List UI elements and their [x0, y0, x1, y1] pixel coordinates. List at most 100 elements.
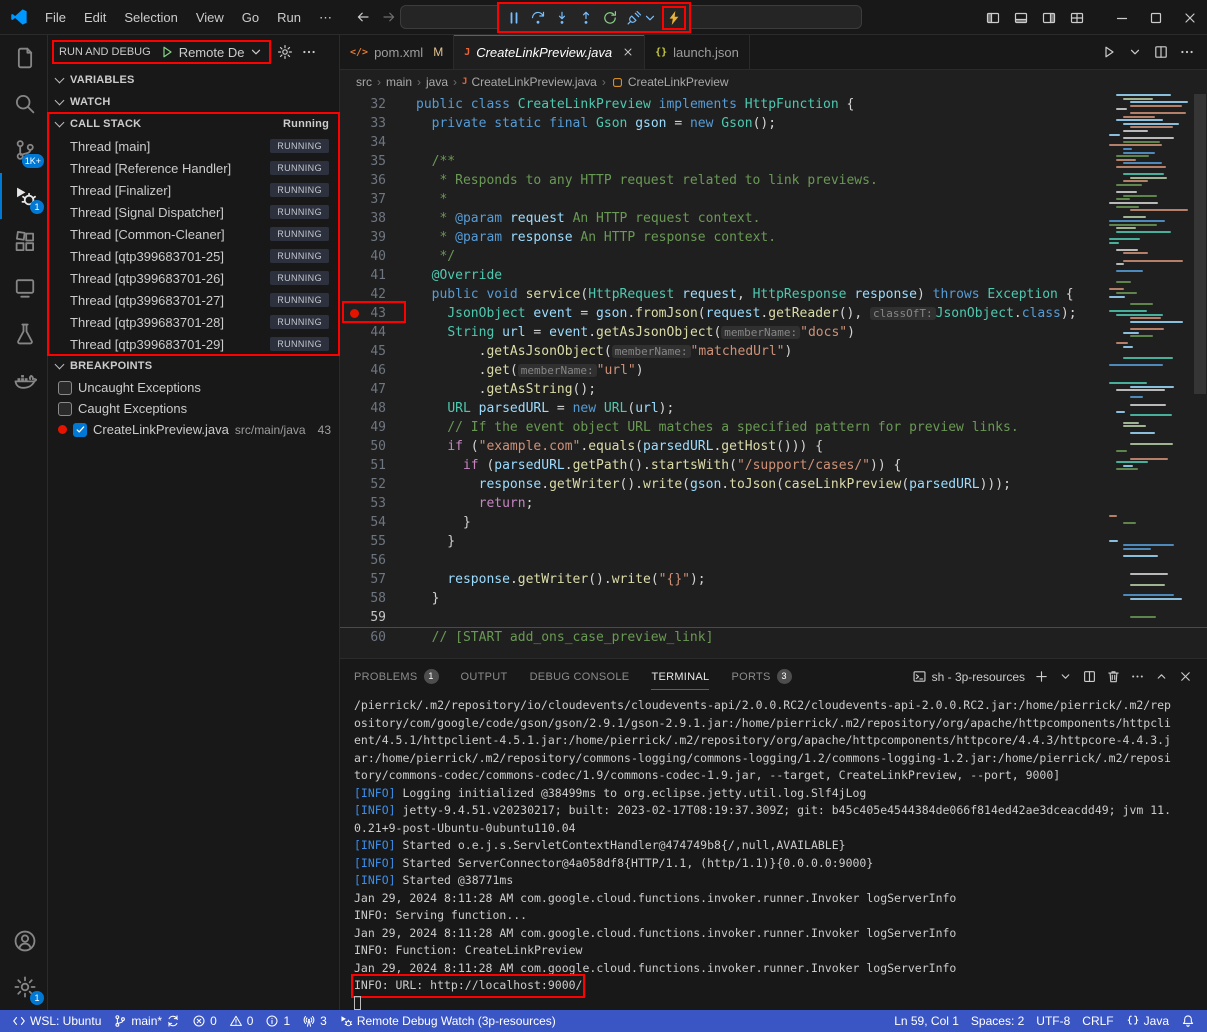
toggle-sidebar-icon[interactable] — [979, 0, 1007, 35]
code-line-57[interactable]: 57 response.getWriter().write("{}"); — [340, 570, 1207, 589]
line-number-gutter[interactable]: 50 — [340, 437, 402, 456]
line-number-gutter[interactable]: 47 — [340, 380, 402, 399]
close-panel-icon[interactable] — [1178, 669, 1193, 684]
code-line-45[interactable]: 45 .getAsJsonObject(memberName:"matchedU… — [340, 342, 1207, 361]
breadcrumb-item[interactable]: java — [426, 75, 448, 89]
start-debug-icon[interactable] — [159, 44, 175, 60]
debug-settings-gear-icon[interactable] — [277, 44, 293, 60]
step-into-button[interactable] — [553, 9, 571, 27]
line-number-gutter[interactable]: 37 — [340, 190, 402, 209]
breakpoint-checkbox[interactable] — [58, 402, 72, 416]
line-number-gutter[interactable]: 34 — [340, 133, 402, 152]
activity-item-extensions[interactable] — [0, 219, 48, 265]
callstack-thread[interactable]: Thread [qtp399683701-25]RUNNING — [48, 245, 339, 267]
maximize-panel-icon[interactable] — [1154, 669, 1169, 684]
code-line-56[interactable]: 56 — [340, 551, 1207, 570]
activity-item-testing[interactable] — [0, 311, 48, 357]
line-number-gutter[interactable]: 53 — [340, 494, 402, 513]
callstack-thread[interactable]: Thread [qtp399683701-26]RUNNING — [48, 267, 339, 289]
panel-tab-ports[interactable]: PORTS3 — [731, 659, 791, 694]
terminal-output[interactable]: /pierrick/.m2/repository/io/cloudevents/… — [340, 694, 1207, 1010]
callstack-thread[interactable]: Thread [Reference Handler]RUNNING — [48, 157, 339, 179]
line-number-gutter[interactable]: 45 — [340, 342, 402, 361]
callstack-thread[interactable]: Thread [qtp399683701-29]RUNNING — [48, 333, 339, 355]
code-line-47[interactable]: 47 .getAsString(); — [340, 380, 1207, 399]
code-line-46[interactable]: 46 .get(memberName:"url") — [340, 361, 1207, 380]
breakpoints-header[interactable]: BREAKPOINTS — [48, 355, 339, 377]
activity-item-docker[interactable] — [0, 357, 48, 403]
split-editor-icon[interactable] — [1153, 44, 1169, 60]
activity-item-remote-explorer[interactable] — [0, 265, 48, 311]
language-mode[interactable]: Java — [1120, 1010, 1175, 1032]
panel-tab-problems[interactable]: PROBLEMS1 — [354, 659, 439, 694]
line-number-gutter[interactable]: 54 — [340, 513, 402, 532]
toggle-panel-icon[interactable] — [1007, 0, 1035, 35]
restart-button[interactable] — [601, 9, 619, 27]
menu-file[interactable]: File — [36, 0, 75, 35]
panel-tab-output[interactable]: OUTPUT — [461, 659, 508, 694]
callstack-thread[interactable]: Thread [Common-Cleaner]RUNNING — [48, 223, 339, 245]
line-number-gutter[interactable]: 32 — [340, 95, 402, 114]
breadcrumb-item[interactable]: main — [386, 75, 412, 89]
step-out-button[interactable] — [577, 9, 595, 27]
code-line-42[interactable]: 42 public void service(HttpRequest reque… — [340, 285, 1207, 304]
breakpoint-item[interactable]: Caught Exceptions — [48, 398, 339, 419]
debug-config-dropdown[interactable]: Remote De — [159, 44, 265, 60]
code-line-50[interactable]: 50 if ("example.com".equals(parsedURL.ge… — [340, 437, 1207, 456]
line-number-gutter[interactable]: 60 — [340, 628, 402, 646]
run-options-chevron-icon[interactable] — [1127, 44, 1143, 60]
kill-terminal-icon[interactable] — [1106, 669, 1121, 684]
editor-tab-createlinkpreview.java[interactable]: JCreateLinkPreview.java — [454, 35, 645, 69]
close-window-icon[interactable] — [1173, 0, 1207, 35]
pause-button[interactable] — [505, 9, 523, 27]
code-line-60[interactable]: 60 // [START add_ons_case_preview_link] — [340, 627, 1207, 646]
split-terminal-icon[interactable] — [1082, 669, 1097, 684]
line-number-gutter[interactable]: 58 — [340, 589, 402, 608]
editor-tab-pom.xml[interactable]: </>pom.xmlM — [340, 35, 454, 69]
views-more-icon[interactable] — [301, 44, 317, 60]
line-number-gutter[interactable]: 40 — [340, 247, 402, 266]
menu-run[interactable]: Run — [268, 0, 310, 35]
step-over-button[interactable] — [529, 9, 547, 27]
back-arrow-icon[interactable] — [355, 9, 371, 25]
encoding[interactable]: UTF-8 — [1030, 1010, 1076, 1032]
activity-item-search[interactable] — [0, 81, 48, 127]
line-number-gutter[interactable]: 46 — [340, 361, 402, 380]
notifications[interactable] — [1175, 1010, 1201, 1032]
ports-indicator[interactable]: 3 — [296, 1010, 333, 1032]
line-number-gutter[interactable]: 42 — [340, 285, 402, 304]
line-number-gutter[interactable]: 38 — [340, 209, 402, 228]
code-line-51[interactable]: 51 if (parsedURL.getPath().startsWith("/… — [340, 456, 1207, 475]
line-number-gutter[interactable]: 48 — [340, 399, 402, 418]
terminal-launch-chevron-icon[interactable] — [1058, 669, 1073, 684]
menu-edit[interactable]: Edit — [75, 0, 115, 35]
code-editor[interactable]: 32public class CreateLinkPreview impleme… — [340, 94, 1207, 658]
editor-more-actions-icon[interactable] — [1179, 44, 1195, 60]
errors-indicator[interactable]: 0 — [186, 1010, 223, 1032]
new-terminal-icon[interactable] — [1034, 669, 1049, 684]
forward-arrow-icon[interactable] — [381, 9, 397, 25]
callstack-thread[interactable]: Thread [main]RUNNING — [48, 135, 339, 157]
code-line-53[interactable]: 53 return; — [340, 494, 1207, 513]
line-number-gutter[interactable]: 55 — [340, 532, 402, 551]
disconnect-button[interactable] — [625, 9, 659, 27]
panel-tab-terminal[interactable]: TERMINAL — [651, 659, 709, 694]
breakpoint-checkbox[interactable] — [58, 381, 72, 395]
breadcrumb-item[interactable]: src — [356, 75, 372, 89]
toggle-secondary-sidebar-icon[interactable] — [1035, 0, 1063, 35]
cursor-position[interactable]: Ln 59, Col 1 — [888, 1010, 965, 1032]
line-number-gutter[interactable]: 36 — [340, 171, 402, 190]
line-number-gutter[interactable]: 49 — [340, 418, 402, 437]
code-line-43[interactable]: 43 JsonObject event = gson.fromJson(requ… — [340, 304, 1207, 323]
breakpoint-dot[interactable] — [350, 309, 359, 318]
breadcrumb-item[interactable]: CreateLinkPreview — [611, 75, 729, 89]
line-number-gutter[interactable]: 52 — [340, 475, 402, 494]
callstack-thread[interactable]: Thread [qtp399683701-27]RUNNING — [48, 289, 339, 311]
code-line-38[interactable]: 38 * @param request An HTTP request cont… — [340, 209, 1207, 228]
activity-item-settings[interactable]: 1 — [0, 964, 48, 1010]
run-file-icon[interactable] — [1101, 44, 1117, 60]
breakpoint-item[interactable]: CreateLinkPreview.javasrc/main/java43 — [48, 419, 339, 440]
code-line-54[interactable]: 54 } — [340, 513, 1207, 532]
line-number-gutter[interactable]: 57 — [340, 570, 402, 589]
breadcrumb-item[interactable]: JCreateLinkPreview.java — [462, 75, 597, 89]
